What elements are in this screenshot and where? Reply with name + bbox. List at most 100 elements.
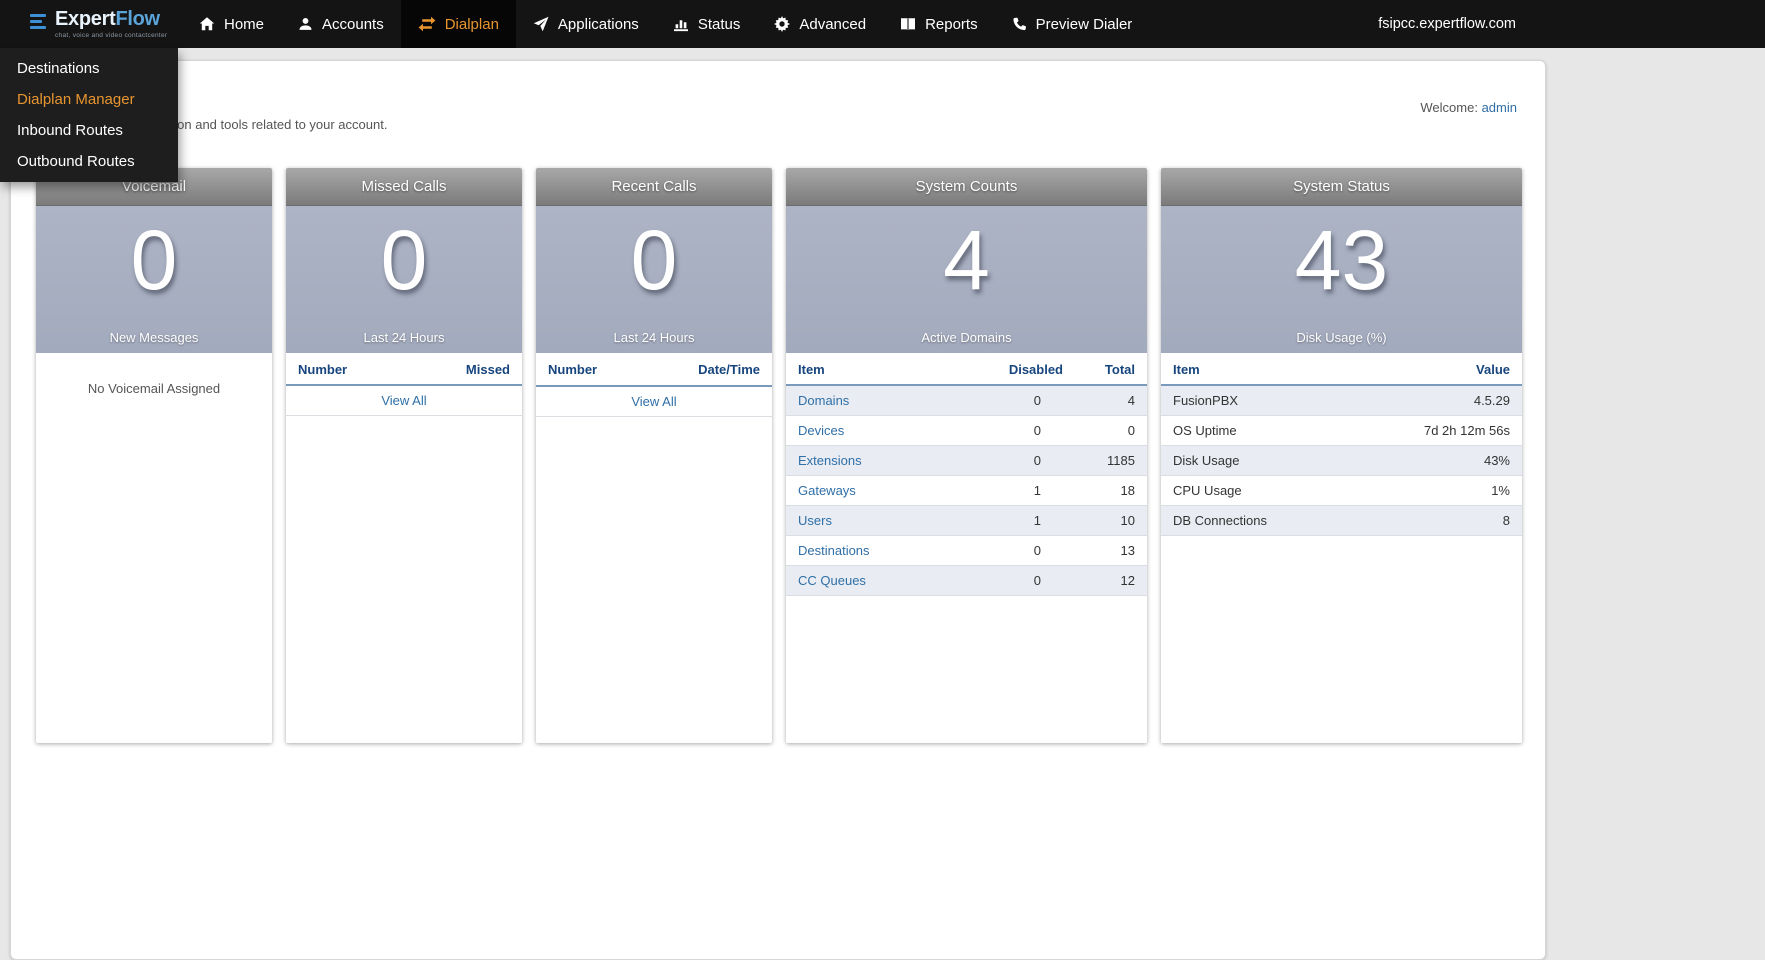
nav-item-status[interactable]: Status xyxy=(656,0,758,48)
total-value: 0 xyxy=(1075,415,1147,446)
card-missed-calls-body: Number Missed View All xyxy=(286,353,522,743)
content-panel: Dashboard Quickly access information and… xyxy=(10,60,1546,960)
main-nav: Home Accounts Dialplan Destinations Dial… xyxy=(0,0,1150,182)
phone-icon xyxy=(1012,17,1027,32)
status-item: OS Uptime xyxy=(1161,415,1348,446)
status-item: DB Connections xyxy=(1161,505,1348,536)
server-domain-text: fsipcc.expertflow.com xyxy=(1378,16,1516,32)
table-row: Devices 0 0 xyxy=(786,415,1147,446)
user-icon xyxy=(298,16,313,32)
card-system-counts: System Counts 4 Active Domains Item Disa… xyxy=(786,168,1147,743)
missed-calls-table: Number Missed View All xyxy=(286,353,522,416)
table-row: Disk Usage 43% xyxy=(1161,445,1522,476)
card-missed-calls-stat: 0 Last 24 Hours xyxy=(286,206,522,353)
disabled-value: 1 xyxy=(985,505,1075,536)
table-row: DB Connections 8 xyxy=(1161,505,1522,536)
missed-calls-stat-label: Last 24 Hours xyxy=(363,330,445,345)
count-item-link[interactable]: Devices xyxy=(798,423,844,438)
menu-item-destinations[interactable]: Destinations xyxy=(0,53,178,84)
column-header: Date/Time xyxy=(686,353,772,387)
nav-label: Dialplan xyxy=(444,15,499,33)
count-item-link[interactable]: Gateways xyxy=(798,483,856,498)
total-value: 13 xyxy=(1075,535,1147,566)
nav-item-applications[interactable]: Applications xyxy=(516,0,656,48)
total-value: 1185 xyxy=(1075,445,1147,476)
menu-item-outbound-routes[interactable]: Outbound Routes xyxy=(0,146,178,177)
column-header: Item xyxy=(786,353,985,386)
home-icon xyxy=(199,16,215,32)
recent-calls-count: 0 xyxy=(630,213,678,307)
voicemail-count: 0 xyxy=(130,213,178,307)
count-item-link[interactable]: Destinations xyxy=(798,543,870,558)
count-item-link[interactable]: CC Queues xyxy=(798,573,866,588)
status-value: 43% xyxy=(1347,445,1522,476)
disabled-value: 0 xyxy=(985,565,1075,596)
gear-icon xyxy=(774,16,791,32)
nav-item-advanced[interactable]: Advanced xyxy=(757,0,883,48)
table-row: CC Queues 0 12 xyxy=(786,565,1147,596)
view-all-link[interactable]: View All xyxy=(631,394,676,409)
nav-label: Reports xyxy=(925,15,978,33)
card-system-counts-body: Item Disabled Total Domains 0 4 Devices … xyxy=(786,353,1147,743)
nav-label: Advanced xyxy=(799,15,867,33)
count-item-link[interactable]: Extensions xyxy=(798,453,862,468)
status-value: 8 xyxy=(1347,505,1522,536)
column-header: Number xyxy=(536,353,687,387)
card-voicemail-stat: 0 New Messages xyxy=(36,206,272,353)
status-item: Disk Usage xyxy=(1161,445,1348,476)
logo-subtitle: chat, voice and video contactcenter xyxy=(55,32,168,39)
column-header: Item xyxy=(1161,353,1348,386)
nav-label: Home xyxy=(224,15,265,33)
welcome-label: Welcome: xyxy=(1420,100,1478,115)
table-row: Users 1 10 xyxy=(786,505,1147,536)
logo[interactable]: ExpertFlow chat, voice and video contact… xyxy=(30,9,182,39)
menu-item-dialplan-manager[interactable]: Dialplan Manager xyxy=(0,84,178,115)
table-row: FusionPBX 4.5.29 xyxy=(1161,385,1522,416)
voicemail-empty-message: No Voicemail Assigned xyxy=(87,381,221,396)
nav-item-reports[interactable]: Reports xyxy=(883,0,995,48)
disk-usage-count: 43 xyxy=(1294,213,1389,307)
page-header: Dashboard Quickly access information and… xyxy=(11,61,1545,132)
table-row: Extensions 0 1185 xyxy=(786,445,1147,476)
nav-label: Applications xyxy=(557,15,639,33)
total-value: 10 xyxy=(1075,505,1147,536)
view-all-link[interactable]: View All xyxy=(381,393,426,408)
logo-text: ExpertFlow xyxy=(55,8,160,30)
nav-item-home[interactable]: Home xyxy=(182,0,281,48)
count-item-link[interactable]: Domains xyxy=(798,393,849,408)
status-value: 4.5.29 xyxy=(1347,385,1522,416)
book-icon xyxy=(900,16,916,32)
welcome-user-link[interactable]: admin xyxy=(1482,100,1517,115)
nav-label: Preview Dialer xyxy=(1035,15,1133,33)
card-recent-calls: Recent Calls 0 Last 24 Hours Number Date… xyxy=(536,168,772,743)
column-header: Number xyxy=(286,353,409,386)
card-system-status-title: System Status xyxy=(1161,168,1522,206)
disabled-value: 1 xyxy=(985,475,1075,506)
column-header: Missed xyxy=(408,353,522,386)
welcome-text: Welcome: admin xyxy=(1420,100,1517,115)
status-item: CPU Usage xyxy=(1161,475,1348,506)
nav-item-dialplan[interactable]: Dialplan xyxy=(400,0,516,48)
card-voicemail: Voicemail 0 New Messages No Voicemail As… xyxy=(36,168,272,743)
count-item-link[interactable]: Users xyxy=(798,513,832,528)
nav-label: Accounts xyxy=(322,15,384,33)
nav-label: Status xyxy=(697,15,741,33)
system-counts-table: Item Disabled Total Domains 0 4 Devices … xyxy=(786,353,1147,596)
card-missed-calls-title: Missed Calls xyxy=(286,168,522,206)
card-system-counts-title: System Counts xyxy=(786,168,1147,206)
voicemail-stat-label: New Messages xyxy=(109,330,199,345)
nav-item-preview-dialer[interactable]: Preview Dialer xyxy=(995,0,1150,48)
card-recent-calls-title: Recent Calls xyxy=(536,168,772,206)
active-domains-count: 4 xyxy=(943,213,990,307)
bar-chart-icon xyxy=(673,16,689,32)
menu-item-inbound-routes[interactable]: Inbound Routes xyxy=(0,115,178,146)
navbar: ExpertFlow chat, voice and video contact… xyxy=(0,0,1765,182)
dashboard-cards: Voicemail 0 New Messages No Voicemail As… xyxy=(36,168,1545,743)
disabled-value: 0 xyxy=(985,385,1075,416)
column-header: Disabled xyxy=(985,353,1075,386)
dialplan-dropdown-menu: Destinations Dialplan Manager Inbound Ro… xyxy=(0,48,178,182)
disabled-value: 0 xyxy=(985,415,1075,446)
nav-item-accounts[interactable]: Accounts xyxy=(281,0,401,48)
navbar-inner: ExpertFlow chat, voice and video contact… xyxy=(0,0,1546,182)
table-row: Domains 0 4 xyxy=(786,385,1147,416)
